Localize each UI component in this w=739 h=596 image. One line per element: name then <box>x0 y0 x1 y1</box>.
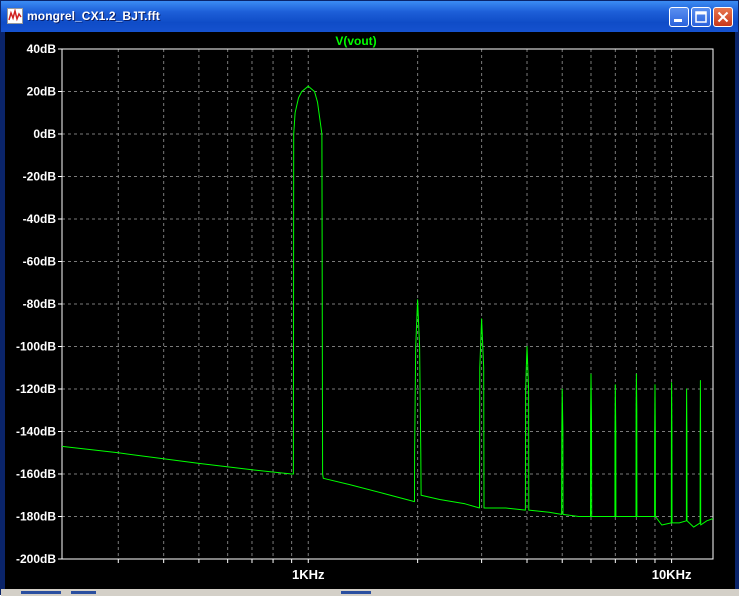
y-tick-label: 40dB <box>27 42 57 56</box>
close-button[interactable] <box>713 7 733 27</box>
y-tick-label: -100dB <box>16 340 56 354</box>
y-tick-label: 20dB <box>27 85 57 99</box>
y-tick-label: -60dB <box>23 255 57 269</box>
minimize-button[interactable] <box>669 7 689 27</box>
strip-mark <box>21 591 61 594</box>
plot-pane[interactable]: V(vout) 40dB 20dB 0dB -20dB -40dB -60dB -80dB -… <box>5 32 735 589</box>
strip-mark <box>71 591 96 594</box>
title-bar[interactable]: mongrel_CX1.2_BJT.fft <box>1 1 738 32</box>
y-tick-label: 0dB <box>33 127 56 141</box>
close-icon <box>717 11 729 23</box>
window-title: mongrel_CX1.2_BJT.fft <box>27 9 160 23</box>
minimize-icon <box>674 19 682 22</box>
y-tick-label: -180dB <box>16 510 56 524</box>
maximize-button[interactable] <box>691 7 711 27</box>
y-tick-label: -20dB <box>23 170 57 184</box>
waveform-icon[interactable] <box>7 8 23 24</box>
y-tick-label: -200dB <box>16 552 56 566</box>
chart-title[interactable]: V(vout) <box>335 34 376 48</box>
y-tick-label: -40dB <box>23 212 57 226</box>
y-tick-label: -160dB <box>16 467 56 481</box>
y-tick-label: -80dB <box>23 297 57 311</box>
y-tick-label: -140dB <box>16 425 56 439</box>
x-tick-label: 10KHz <box>652 567 692 582</box>
x-tick-label: 1KHz <box>292 567 325 582</box>
y-tick-label: -120dB <box>16 382 56 396</box>
app-window: mongrel_CX1.2_BJT.fft V(vout) 40dB 20dB 0d… <box>0 0 739 596</box>
maximize-icon <box>695 11 707 23</box>
fft-chart[interactable]: V(vout) 40dB 20dB 0dB -20dB -40dB -60dB -80dB -… <box>5 32 735 589</box>
strip-mark <box>341 591 371 594</box>
